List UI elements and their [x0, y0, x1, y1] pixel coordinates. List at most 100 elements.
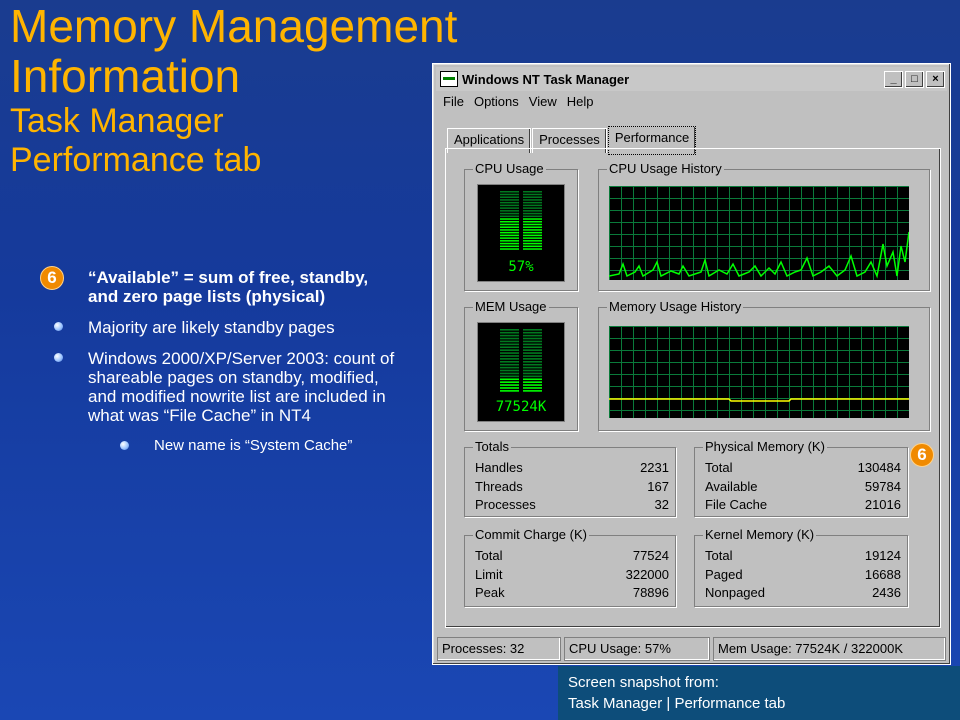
meter-segment [523, 372, 542, 375]
meter-segment [500, 196, 519, 198]
meter-segment [500, 346, 519, 349]
meter-segment [523, 240, 542, 242]
meter-segment [523, 361, 542, 363]
status-cpu: CPU Usage: 57% [564, 637, 710, 661]
meter-segment [523, 248, 542, 250]
meter-segment [500, 210, 519, 212]
mem-usage-label: MEM Usage [473, 299, 549, 314]
table-row: Handles 2231 [475, 460, 669, 479]
bullet-main-text: “Available” = sum of free, standby, and … [88, 268, 369, 306]
commit-total-value: 77524 [632, 548, 669, 563]
totals-handles-value: 2231 [640, 460, 669, 475]
meter-segment [500, 387, 519, 389]
meter-segment [500, 369, 519, 372]
bullet-sub-1: Majority are likely standby pages [40, 318, 400, 337]
cpu-history-label: CPU Usage History [607, 161, 724, 176]
meter-segment [523, 363, 542, 366]
table-row: Limit 322000 [475, 567, 669, 586]
meter-segment [523, 358, 542, 360]
meter-segment [523, 337, 542, 340]
title-line-2: Information [10, 49, 241, 102]
cpu-history-graph [608, 186, 910, 280]
meter-segment [500, 207, 519, 209]
kernel-nonpaged-label: Nonpaged [705, 585, 765, 600]
memory-history-group: Memory Usage History [598, 299, 930, 431]
meter-segment [523, 199, 542, 201]
mem-usage-meter: 77524K [477, 322, 565, 422]
meter-segment [500, 340, 519, 343]
totals-handles-label: Handles [475, 460, 523, 475]
cpu-history-line [608, 231, 910, 279]
menu-help[interactable]: Help [567, 94, 594, 109]
meter-segment [500, 242, 519, 245]
physical-available-label: Available [705, 478, 758, 494]
mem-usage-group: MEM Usage 77524K [464, 299, 578, 431]
bullet-dot-icon [54, 322, 63, 331]
meter-segment [500, 193, 519, 196]
meter-segment [500, 231, 519, 234]
kernel-memory-table: Total 19124 Paged 16688 Nonpaged 2436 [705, 548, 901, 604]
meter-segment [523, 231, 542, 234]
status-mem: Mem Usage: 77524K / 322000K [713, 637, 946, 661]
meter-segment [500, 204, 519, 207]
menu-view[interactable]: View [529, 94, 557, 109]
bullet-sub-1-text: Majority are likely standby pages [88, 318, 335, 337]
meter-segment [500, 191, 519, 193]
meter-segment [523, 331, 542, 334]
menu-file[interactable]: File [443, 94, 464, 109]
physical-filecache-label: File Cache [705, 497, 768, 512]
table-row: Nonpaged 2436 [705, 585, 901, 604]
window-titlebar[interactable]: Windows NT Task Manager _ □ × [436, 67, 947, 91]
meter-segment [500, 229, 519, 231]
meter-segment [523, 207, 542, 209]
meter-segment [500, 381, 519, 383]
status-processes: Processes: 32 [437, 637, 561, 661]
meter-segment [500, 384, 519, 386]
minimize-button[interactable]: _ [884, 70, 903, 88]
screenshot-caption: Screen snapshot from: Task Manager | Per… [558, 666, 960, 720]
maximize-button[interactable]: □ [905, 70, 924, 88]
table-row: Total 130484 [705, 460, 901, 479]
subtitle-line-1: Task Manager [10, 102, 224, 141]
subtitle-line-2: Performance tab [10, 141, 262, 180]
meter-segment [523, 375, 542, 378]
cpu-history-group: CPU Usage History [598, 161, 930, 291]
memory-history-label: Memory Usage History [607, 299, 744, 314]
close-button[interactable]: × [926, 70, 945, 88]
meter-segment [523, 234, 542, 237]
commit-peak-value: 78896 [632, 585, 669, 600]
meter-segment [523, 381, 542, 383]
meter-segment [523, 193, 542, 196]
commit-limit-label: Limit [475, 566, 503, 582]
table-row: Total 77524 [475, 548, 669, 567]
meter-segment [500, 199, 519, 201]
slide-title: Memory Management Information Task Manag… [10, 0, 458, 180]
menu-bar: File Options View Help [443, 94, 593, 109]
bullet-main: 6 “Available” = sum of free, standby, an… [40, 266, 400, 306]
meter-segment [523, 218, 542, 220]
totals-table: Handles 2231 Threads 167 Processes 32 [475, 460, 669, 516]
meter-segment [523, 390, 542, 392]
meter-segment [523, 201, 542, 204]
kernel-total-value: 19124 [864, 548, 901, 563]
meter-segment [523, 369, 542, 372]
meter-segment [500, 215, 519, 218]
title-line-1: Memory Management [10, 0, 458, 52]
meter-segment [523, 352, 542, 354]
table-row: File Cache 21016 [705, 497, 901, 516]
meter-segment [500, 223, 519, 226]
memory-history-graph [609, 326, 909, 418]
caption-line-2: Task Manager | Performance tab [568, 695, 786, 712]
meter-segment [523, 384, 542, 386]
totals-processes-value: 32 [654, 497, 669, 512]
meter-segment [523, 245, 542, 248]
menu-options[interactable]: Options [474, 94, 519, 109]
meter-segment [500, 390, 519, 392]
meter-segment [500, 343, 519, 346]
meter-segment [523, 387, 542, 389]
caption-line-1: Screen snapshot from: [568, 674, 719, 691]
meter-segment [523, 343, 542, 346]
table-row: Available 59784 [705, 479, 901, 498]
meter-segment [500, 237, 519, 239]
commit-peak-label: Peak [475, 585, 505, 600]
